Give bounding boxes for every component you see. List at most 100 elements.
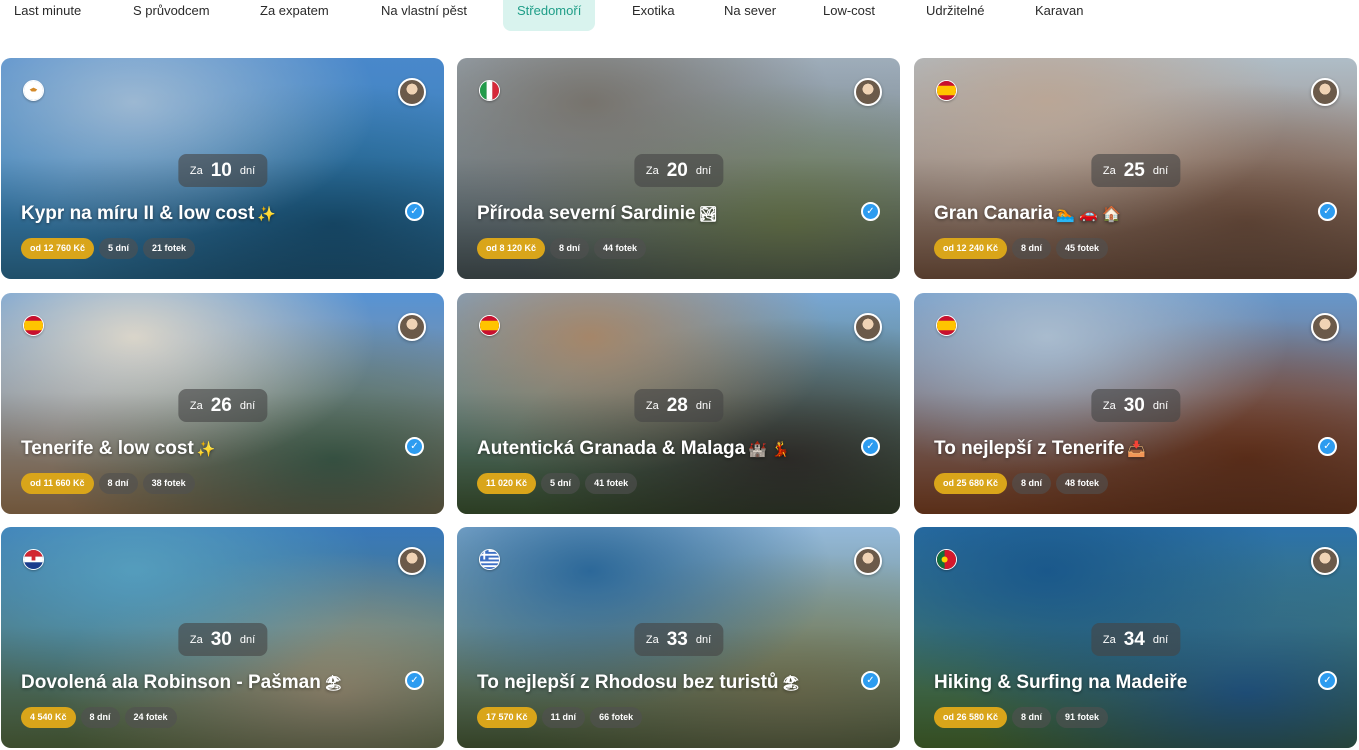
photos-badge: 41 fotek xyxy=(585,473,638,494)
tab-low-cost[interactable]: Low-cost xyxy=(809,0,889,31)
trip-title-text: To nejlepší z Rhodosu bez turistů xyxy=(477,672,779,693)
author-avatar[interactable] xyxy=(398,313,426,341)
tab-exotika[interactable]: Exotika xyxy=(618,0,689,31)
trip-title-text: Kypr na míru II & low cost xyxy=(21,203,255,224)
country-flag-icon xyxy=(936,549,957,570)
duration-days: 34 xyxy=(1123,628,1145,650)
duration-suffix: dní xyxy=(239,633,256,646)
duration-days: 30 xyxy=(210,628,232,650)
author-avatar[interactable] xyxy=(854,313,882,341)
length-badge: 8 dní xyxy=(1012,238,1052,259)
length-badge: 8 dní xyxy=(98,473,138,494)
trip-title-text: Gran Canaria xyxy=(934,203,1054,224)
tab-na-sever[interactable]: Na sever xyxy=(710,0,790,31)
trip-title[interactable]: Hiking & Surfing na Madeiře xyxy=(934,672,1190,694)
trip-title-text: Tenerife & low cost xyxy=(21,438,194,459)
country-flag-icon xyxy=(23,315,44,336)
price-badge: od 12 760 Kč xyxy=(21,238,95,259)
duration-days: 33 xyxy=(666,628,688,650)
trip-title[interactable]: Autentická Granada & Malaga 🏰 💃 xyxy=(477,438,790,460)
trip-meta: od 26 580 Kč 8 dní 91 fotek xyxy=(934,707,1109,728)
verified-check-icon: ✓ xyxy=(861,671,880,690)
trip-title[interactable]: Kypr na míru II & low cost ✨ xyxy=(21,203,276,225)
author-avatar[interactable] xyxy=(1311,547,1339,575)
trip-title[interactable]: Dovolená ala Robinson - Pašman 🏖 xyxy=(21,672,343,694)
trip-duration-badge: Za 20 dní xyxy=(633,154,724,187)
duration-prefix: Za xyxy=(189,633,203,646)
trip-title-emoji: 🏰 💃 xyxy=(748,441,790,458)
photos-badge: 38 fotek xyxy=(142,473,195,494)
trip-duration-badge: Za 30 dní xyxy=(177,623,268,656)
country-flag-icon xyxy=(936,315,957,336)
trip-card[interactable]: Za 33 dní To nejlepší z Rhodosu bez turi… xyxy=(457,527,900,748)
trip-card[interactable]: Za 20 dní Příroda severní Sardinie 🏞 ✓ od… xyxy=(457,58,900,279)
length-badge: 8 dní xyxy=(550,238,590,259)
duration-days: 20 xyxy=(666,159,688,181)
verified-check-icon: ✓ xyxy=(861,437,880,456)
duration-days: 28 xyxy=(666,394,688,416)
duration-suffix: dní xyxy=(695,164,712,177)
trip-card[interactable]: Za 34 dní Hiking & Surfing na Madeiře ✓ … xyxy=(914,527,1357,748)
price-badge: od 12 240 Kč xyxy=(934,238,1008,259)
trip-title-emoji: 🏊 🚗 🏠 xyxy=(1056,206,1121,223)
trip-title-text: Příroda severní Sardinie xyxy=(477,203,696,224)
trip-title[interactable]: Gran Canaria 🏊 🚗 🏠 xyxy=(934,203,1121,225)
trip-duration-badge: Za 30 dní xyxy=(1090,389,1181,422)
trip-card[interactable]: Za 30 dní To nejlepší z Tenerife 📥 ✓ od 2… xyxy=(914,293,1357,514)
trip-title-text: Autentická Granada & Malaga xyxy=(477,438,746,459)
duration-prefix: Za xyxy=(645,633,659,646)
trip-title[interactable]: Příroda severní Sardinie 🏞 xyxy=(477,203,718,225)
trip-title-emoji: 📥 xyxy=(1127,441,1147,458)
trip-meta: od 25 680 Kč 8 dní 48 fotek xyxy=(934,473,1109,494)
trip-card[interactable]: Za 28 dní Autentická Granada & Malaga 🏰 💃… xyxy=(457,293,900,514)
trip-title[interactable]: To nejlepší z Rhodosu bez turistů 🏖 xyxy=(477,672,801,694)
photos-badge: 91 fotek xyxy=(1056,707,1109,728)
trip-title-emoji: 🏖 xyxy=(323,675,343,692)
tab-na-vlastni-pest[interactable]: Na vlastní pěst xyxy=(367,0,481,31)
length-badge: 5 dní xyxy=(99,238,139,259)
author-avatar[interactable] xyxy=(854,547,882,575)
duration-prefix: Za xyxy=(645,164,659,177)
trip-title[interactable]: To nejlepší z Tenerife 📥 xyxy=(934,438,1146,460)
trip-title-text: Dovolená ala Robinson - Pašman xyxy=(21,672,321,693)
author-avatar[interactable] xyxy=(398,547,426,575)
duration-suffix: dní xyxy=(1152,399,1169,412)
author-avatar[interactable] xyxy=(1311,313,1339,341)
trip-card[interactable]: Za 25 dní Gran Canaria 🏊 🚗 🏠 ✓ od 12 240 … xyxy=(914,58,1357,279)
country-flag-icon xyxy=(479,80,500,101)
author-avatar[interactable] xyxy=(1311,78,1339,106)
price-badge: 4 540 Kč xyxy=(21,707,76,728)
trip-card[interactable]: Za 26 dní Tenerife & low cost ✨ ✓ od 11 6… xyxy=(1,293,444,514)
tab-s-pruvodcem[interactable]: S průvodcem xyxy=(119,0,224,31)
author-avatar[interactable] xyxy=(398,78,426,106)
tab-last-minute[interactable]: Last minute xyxy=(0,0,95,31)
author-avatar[interactable] xyxy=(854,78,882,106)
price-badge: od 25 680 Kč xyxy=(934,473,1008,494)
trip-card[interactable]: Za 30 dní Dovolená ala Robinson - Pašman… xyxy=(1,527,444,748)
trip-meta: od 8 120 Kč 8 dní 44 fotek xyxy=(477,238,647,259)
trip-duration-badge: Za 34 dní xyxy=(1090,623,1181,656)
trip-card[interactable]: Za 10 dní Kypr na míru II & low cost ✨ ✓ … xyxy=(1,58,444,279)
length-badge: 8 dní xyxy=(1012,707,1052,728)
verified-check-icon: ✓ xyxy=(1318,437,1337,456)
trip-title[interactable]: Tenerife & low cost ✨ xyxy=(21,438,215,460)
duration-prefix: Za xyxy=(189,164,203,177)
price-badge: od 8 120 Kč xyxy=(477,238,546,259)
tab-stredomori[interactable]: Středomoří xyxy=(503,0,596,31)
duration-prefix: Za xyxy=(189,399,203,412)
duration-days: 30 xyxy=(1123,394,1145,416)
trip-meta: 11 020 Kč 5 dní 41 fotek xyxy=(477,473,638,494)
tab-za-expatem[interactable]: Za expatem xyxy=(246,0,343,31)
photos-badge: 24 fotek xyxy=(124,707,177,728)
trip-duration-badge: Za 28 dní xyxy=(633,389,724,422)
duration-suffix: dní xyxy=(1152,164,1169,177)
tab-karavan[interactable]: Karavan xyxy=(1021,0,1097,31)
duration-days: 26 xyxy=(210,394,232,416)
country-flag-icon xyxy=(23,80,44,101)
country-flag-icon xyxy=(479,315,500,336)
verified-check-icon: ✓ xyxy=(405,437,424,456)
trip-duration-badge: Za 25 dní xyxy=(1090,154,1181,187)
tab-udrzitelne[interactable]: Udržitelné xyxy=(912,0,999,31)
verified-check-icon: ✓ xyxy=(405,671,424,690)
photos-badge: 45 fotek xyxy=(1056,238,1109,259)
